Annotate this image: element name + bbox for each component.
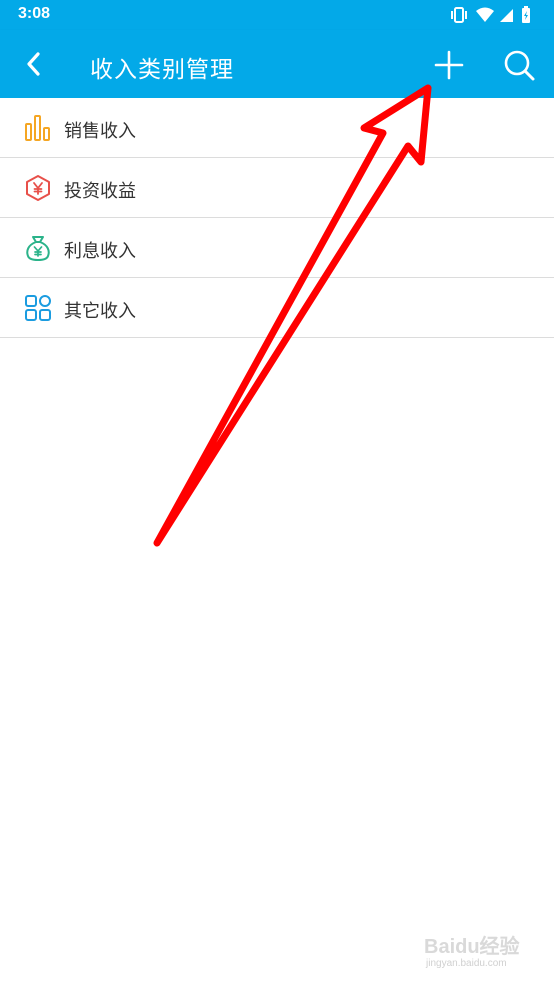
list-item-label: 投资收益 bbox=[64, 181, 136, 202]
grid-apps-icon bbox=[25, 295, 51, 321]
list-item-sales-income[interactable]: 销售收入 bbox=[0, 98, 554, 158]
app-bar: 收入类别管理 bbox=[0, 30, 554, 98]
search-icon bbox=[504, 50, 535, 81]
category-list: 销售收入 投资收益 利息收入 其它收入 bbox=[0, 98, 554, 338]
bar-chart-icon bbox=[25, 115, 50, 141]
battery-charging-icon bbox=[522, 6, 530, 23]
plus-icon bbox=[434, 50, 464, 80]
status-time: 3:08 bbox=[18, 5, 51, 22]
list-item-interest-income[interactable]: 利息收入 bbox=[0, 218, 554, 278]
vibrate-icon bbox=[451, 7, 467, 23]
list-item-investment-income[interactable]: 投资收益 bbox=[0, 158, 554, 218]
yen-hexagon-icon bbox=[26, 175, 50, 201]
watermark: Baidu经验 jingyan.baidu.com bbox=[424, 930, 534, 974]
status-icons bbox=[451, 6, 530, 23]
page-title: 收入类别管理 bbox=[90, 57, 234, 83]
list-item-label: 销售收入 bbox=[64, 121, 136, 142]
signal-icon bbox=[500, 9, 513, 22]
watermark-url: jingyan.baidu.com bbox=[426, 958, 507, 969]
back-button[interactable] bbox=[14, 44, 54, 84]
add-button[interactable] bbox=[428, 44, 470, 86]
list-item-label: 其它收入 bbox=[64, 301, 136, 322]
money-bag-icon bbox=[26, 236, 50, 262]
chevron-left-icon bbox=[27, 52, 40, 76]
status-bar: 3:08 bbox=[0, 0, 554, 30]
watermark-brand: Baidu经验 bbox=[424, 936, 520, 958]
list-item-other-income[interactable]: 其它收入 bbox=[0, 278, 554, 338]
list-item-label: 利息收入 bbox=[64, 241, 136, 262]
search-button[interactable] bbox=[498, 44, 540, 86]
wifi-icon bbox=[476, 7, 494, 22]
